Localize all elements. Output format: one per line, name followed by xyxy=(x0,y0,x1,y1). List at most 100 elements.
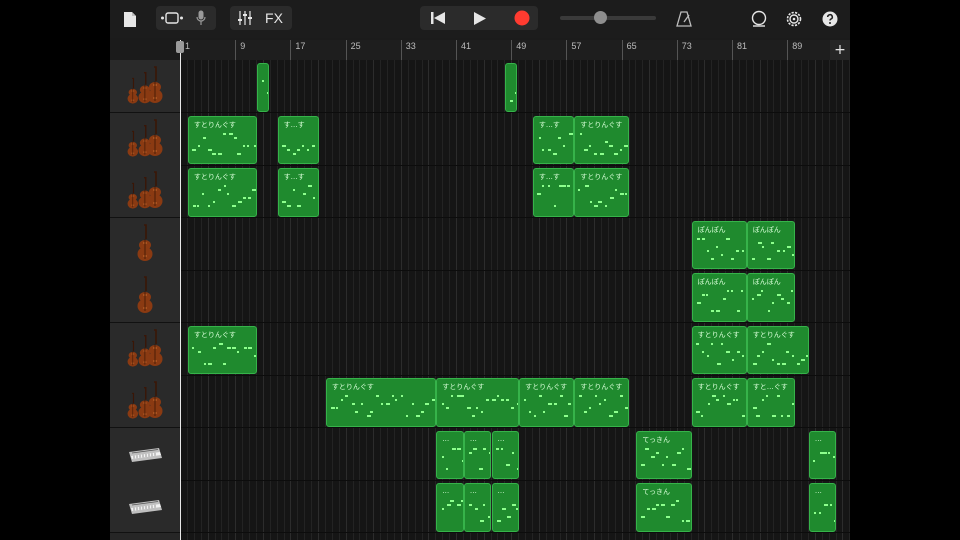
midi-note xyxy=(411,403,414,405)
midi-region[interactable]: … xyxy=(436,430,464,479)
midi-note xyxy=(543,411,546,413)
track-header[interactable] xyxy=(110,322,180,376)
track-header[interactable] xyxy=(110,60,180,113)
midi-region[interactable]: … xyxy=(491,483,520,532)
midi-region[interactable]: すとりんぐす xyxy=(325,378,437,427)
track-header[interactable] xyxy=(110,270,180,323)
ruler-marker: 73 xyxy=(676,40,692,60)
settings-gear-icon[interactable] xyxy=(782,8,806,30)
volume-slider-knob[interactable] xyxy=(594,11,607,24)
midi-region[interactable]: すとりんぐす xyxy=(691,378,747,427)
add-section-button[interactable]: + xyxy=(830,40,850,60)
mixer-icon[interactable] xyxy=(234,8,256,28)
midi-note xyxy=(722,298,726,300)
midi-note xyxy=(813,512,816,514)
track-header[interactable] xyxy=(110,375,180,428)
midi-region[interactable]: す…す xyxy=(277,168,319,217)
midi-region[interactable]: ぽんぽん xyxy=(691,220,747,269)
midi-note xyxy=(711,310,715,312)
record-icon[interactable] xyxy=(508,8,536,28)
timeline-ruler[interactable]: 1 9 17 25 33 41 49 57 65 73 81 89 xyxy=(180,40,850,60)
playhead-handle[interactable] xyxy=(176,41,184,53)
midi-note xyxy=(557,136,561,139)
midi-region[interactable]: すとりんぐす xyxy=(574,168,630,217)
midi-region[interactable]: てっきん xyxy=(636,430,692,479)
midi-note xyxy=(197,144,200,147)
rewind-icon[interactable] xyxy=(424,8,452,28)
strings-ensemble-icon xyxy=(120,65,170,107)
midi-note xyxy=(651,508,656,510)
track-header[interactable] xyxy=(110,427,180,481)
midi-note xyxy=(706,294,709,296)
region-name: … xyxy=(497,487,505,495)
midi-note xyxy=(243,144,246,147)
ruler-marker: 49 xyxy=(511,40,526,60)
midi-region[interactable]: すとりんぐす xyxy=(574,115,630,164)
midi-note xyxy=(548,403,553,405)
track-header[interactable] xyxy=(110,112,180,166)
midi-note xyxy=(701,350,704,353)
midi-note xyxy=(665,455,668,458)
midi-region[interactable]: す…す xyxy=(277,115,319,164)
playhead[interactable] xyxy=(180,40,181,540)
midi-note xyxy=(506,463,511,466)
midi-note xyxy=(553,152,558,155)
midi-region[interactable]: す…す xyxy=(532,168,575,217)
midi-region[interactable] xyxy=(256,63,269,112)
track-header[interactable] xyxy=(110,217,180,271)
midi-note xyxy=(786,415,790,417)
midi-region[interactable]: てっきん xyxy=(636,483,692,532)
volume-slider[interactable] xyxy=(560,11,656,24)
midi-note xyxy=(710,342,713,345)
region-name: … xyxy=(469,434,477,443)
midi-region[interactable]: … xyxy=(808,430,837,479)
midi-region[interactable]: … xyxy=(808,483,837,532)
metronome-icon[interactable] xyxy=(672,8,696,30)
midi-note xyxy=(481,411,484,413)
midi-region[interactable]: す…す xyxy=(532,115,575,164)
midi-region[interactable]: すとりんぐす xyxy=(519,378,575,427)
midi-note xyxy=(732,399,735,401)
midi-region[interactable]: すとりんぐす xyxy=(691,325,747,374)
midi-region[interactable]: ぽんぽん xyxy=(746,220,796,269)
midi-note xyxy=(312,197,315,199)
midi-note xyxy=(416,415,421,417)
microphone-icon[interactable] xyxy=(190,8,212,28)
tracks-area[interactable]: すとりんぐす す…す す…す すとりんぐす すとりんぐす す…す す…す すとりんぐす ぽんぽん… xyxy=(180,60,850,540)
tracks-view-icon[interactable] xyxy=(158,8,186,28)
midi-region[interactable]: すとりんぐす xyxy=(187,325,257,374)
midi-region[interactable]: すとりんぐす xyxy=(574,378,630,427)
track-header[interactable] xyxy=(110,165,180,218)
midi-note xyxy=(335,407,338,409)
midi-note xyxy=(666,516,671,518)
midi-note xyxy=(302,144,305,147)
loop-browser-icon[interactable] xyxy=(747,8,771,30)
midi-region[interactable]: … xyxy=(436,483,464,532)
document-icon[interactable] xyxy=(120,8,140,30)
midi-note xyxy=(233,136,237,139)
midi-note xyxy=(806,354,808,357)
play-icon[interactable] xyxy=(466,8,494,28)
midi-region[interactable]: … xyxy=(463,430,492,479)
midi-region[interactable]: すとりんぐす xyxy=(187,115,257,164)
track-header[interactable] xyxy=(110,480,180,533)
midi-note xyxy=(742,354,745,357)
midi-region[interactable]: ぽんぽん xyxy=(691,273,747,322)
ruler-marker: 81 xyxy=(732,40,747,60)
midi-note xyxy=(491,399,496,401)
midi-region[interactable]: すと…ぐす xyxy=(746,378,796,427)
midi-region[interactable]: ぽんぽん xyxy=(746,273,796,322)
midi-note xyxy=(787,245,792,248)
midi-note xyxy=(646,508,650,510)
help-icon[interactable] xyxy=(818,8,842,30)
fx-button[interactable]: FX xyxy=(260,8,288,28)
midi-region[interactable]: … xyxy=(491,430,520,479)
midi-note xyxy=(650,455,655,458)
midi-note xyxy=(588,407,591,409)
midi-region[interactable]: すとりんぐす xyxy=(187,168,257,217)
midi-region[interactable]: すとりんぐす xyxy=(746,325,809,374)
midi-region[interactable] xyxy=(505,63,518,112)
midi-region[interactable]: … xyxy=(463,483,492,532)
midi-note xyxy=(296,148,300,151)
midi-region[interactable]: すとりんぐす xyxy=(436,378,520,427)
